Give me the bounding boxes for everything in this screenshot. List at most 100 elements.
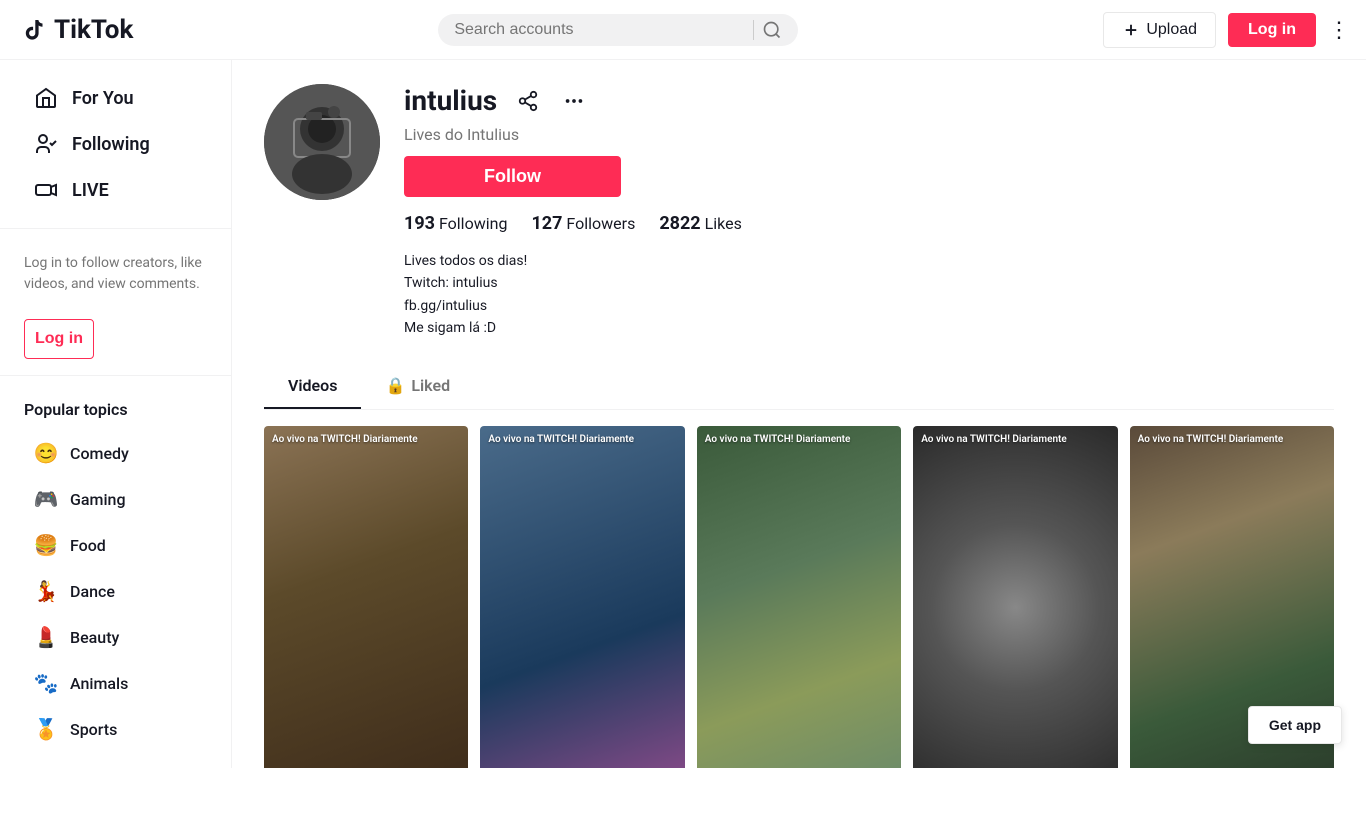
video-overlay-3: Ao vivo na TWITCH! Diariamente [697,430,901,449]
get-app-button[interactable]: Get app [1248,706,1342,744]
tiktok-logo[interactable]: TikTok [16,14,133,46]
topic-label: Animals [70,674,128,693]
profile-info: intulius Lives do Intulius [404,84,1334,340]
video-card-3[interactable]: Ao vivo na TWITCH! Diariamente ▶ 3891 Gu… [697,426,901,768]
login-prompt: Log in to follow creators, like videos, … [0,245,231,303]
logo-text: TikTok [54,15,133,45]
gaming-icon: 🎮 [32,485,60,513]
comedy-icon: 😊 [32,439,60,467]
topic-label: Sports [70,720,117,739]
videos-grid: Ao vivo na TWITCH! Diariamente ▶ 224 Ao … [264,410,1334,768]
layout: For You Following [0,60,1366,768]
topic-food[interactable]: 🍔 Food [8,523,223,567]
sidebar-item-following[interactable]: Following [8,122,223,166]
profile-stats: 193 Following 127 Followers 2822 Likes [404,213,1334,234]
topic-dance[interactable]: 💃 Dance [8,569,223,613]
video-card-2[interactable]: Ao vivo na TWITCH! Diariamente ▶ 259 Aki… [480,426,684,768]
followers-stat: 127 Followers [531,213,635,234]
tab-videos[interactable]: Videos [264,364,361,409]
topic-sports[interactable]: 🏅 Sports [8,707,223,751]
video-overlay-2: Ao vivo na TWITCH! Diariamente [480,430,684,449]
more-options-button[interactable]: ⋮ [1328,17,1350,43]
profile-display-name: Lives do Intulius [404,125,1334,144]
sidebar-item-live[interactable]: LIVE [8,168,223,212]
sidebar-divider [0,228,231,229]
search-input[interactable] [454,21,745,39]
sports-icon: 🏅 [32,715,60,743]
plus-icon [1122,21,1140,39]
topic-label: Beauty [70,628,119,647]
likes-label: Likes [705,214,742,233]
profile-top: intulius [404,84,1334,117]
search-divider [753,20,754,40]
ellipsis-icon [563,90,585,112]
topic-gaming[interactable]: 🎮 Gaming [8,477,223,521]
main-content: intulius Lives do Intulius [232,60,1366,768]
search-container [438,14,798,46]
video-card-4[interactable]: Ao vivo na TWITCH! Diariamente ▶ 1511 [913,426,1117,768]
likes-count: 2822 [659,213,700,234]
video-thumbnail-4: Ao vivo na TWITCH! Diariamente ▶ 1511 [913,426,1117,768]
topic-label: Dance [70,582,115,601]
profile-bio: Lives todos os dias! Twitch: intulius fb… [404,250,1334,340]
profile-header: intulius Lives do Intulius [264,84,1334,340]
search-bar [438,14,798,46]
video-overlay-1: Ao vivo na TWITCH! Diariamente [264,430,468,449]
lock-icon: 🔒 [385,376,405,395]
search-button[interactable] [762,20,782,40]
sidebar-item-label: LIVE [72,180,109,201]
video-overlay-4: Ao vivo na TWITCH! Diariamente [913,430,1117,449]
video-card-1[interactable]: Ao vivo na TWITCH! Diariamente ▶ 224 [264,426,468,768]
share-icon [517,90,539,112]
beauty-icon: 💄 [32,623,60,651]
sidebar-divider-2 [0,375,231,376]
following-count: 193 [404,213,435,234]
home-icon [32,84,60,112]
topic-beauty[interactable]: 💄 Beauty [8,615,223,659]
avatar-image [264,84,380,200]
header: TikTok Upload Log in ⋮ [0,0,1366,60]
share-button[interactable] [513,86,543,116]
profile-avatar [264,84,380,200]
bio-line-4: Me sigam lá :D [404,317,1334,339]
video-thumbnail-2: Ao vivo na TWITCH! Diariamente ▶ 259 [480,426,684,768]
following-stat: 193 Following [404,213,507,234]
bio-line-3: fb.gg/intulius [404,295,1334,317]
sidebar-item-label: Following [72,134,150,155]
followers-label: Followers [566,214,635,233]
content-tabs: Videos 🔒 Liked [264,364,1334,410]
animals-icon: 🐾 [32,669,60,697]
sidebar-login-button[interactable]: Log in [24,319,94,359]
sidebar-nav: For You Following [0,76,231,212]
topic-comedy[interactable]: 😊 Comedy [8,431,223,475]
topic-animals[interactable]: 🐾 Animals [8,661,223,705]
sidebar: For You Following [0,60,232,768]
bio-line-2: Twitch: intulius [404,272,1334,294]
profile-actions: Follow [404,156,1334,197]
avatar-svg [264,84,380,200]
video-thumbnail-3: Ao vivo na TWITCH! Diariamente ▶ 3891 [697,426,901,768]
login-button[interactable]: Log in [1228,13,1316,47]
header-right: Upload Log in ⋮ [1103,12,1350,48]
profile-username: intulius [404,84,497,117]
more-profile-button[interactable] [559,86,589,116]
popular-topics-label: Popular topics [0,392,231,427]
tab-liked[interactable]: 🔒 Liked [361,364,474,409]
follow-button[interactable]: Follow [404,156,621,197]
sidebar-item-label: For You [72,88,134,109]
video-overlay-5: Ao vivo na TWITCH! Diariamente [1130,430,1334,449]
food-icon: 🍔 [32,531,60,559]
followers-count: 127 [531,213,562,234]
bio-line-1: Lives todos os dias! [404,250,1334,272]
tiktok-logo-icon [16,14,48,46]
likes-stat: 2822 Likes [659,213,742,234]
video-thumbnail-1: Ao vivo na TWITCH! Diariamente ▶ 224 [264,426,468,768]
following-icon [32,130,60,158]
topic-label: Comedy [70,444,129,463]
upload-button[interactable]: Upload [1103,12,1216,48]
topic-label: Food [70,536,106,555]
following-label: Following [439,214,507,233]
topic-label: Gaming [70,490,126,509]
header-left: TikTok [16,14,133,46]
sidebar-item-for-you[interactable]: For You [8,76,223,120]
